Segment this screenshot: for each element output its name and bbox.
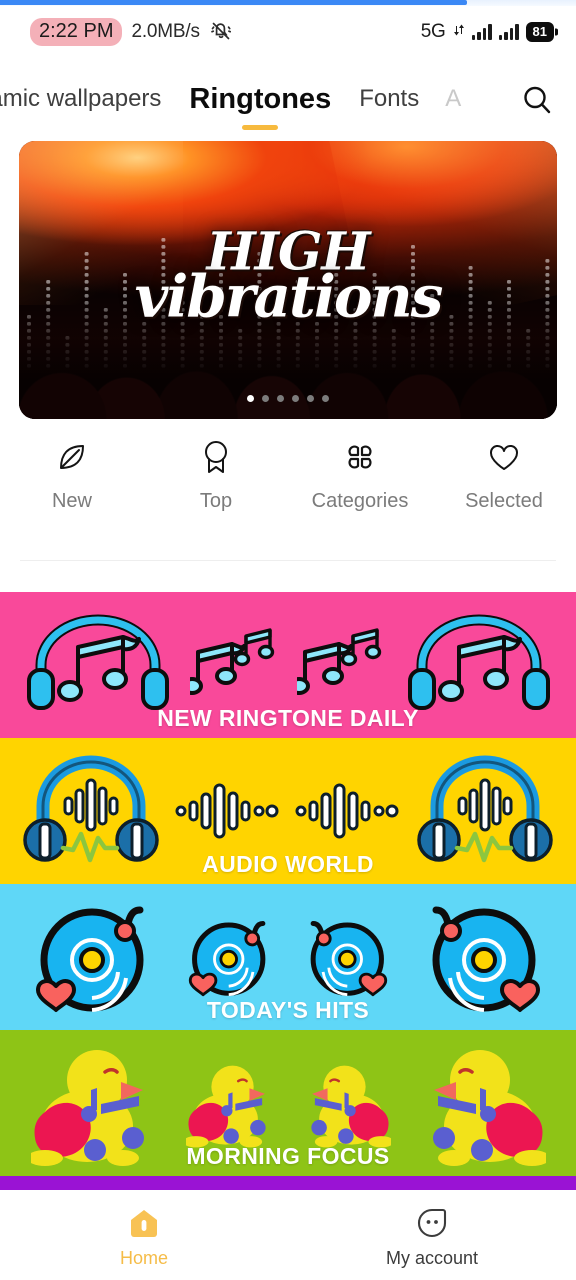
carousel-dot[interactable] bbox=[277, 395, 284, 402]
waveform-icon bbox=[295, 783, 399, 839]
carousel-dot[interactable] bbox=[262, 395, 269, 402]
download-progress-fill bbox=[0, 0, 467, 5]
carousel-dot[interactable] bbox=[307, 395, 314, 402]
tab-apps[interactable]: A bbox=[445, 85, 461, 115]
vinyl-heart-icon bbox=[188, 921, 266, 997]
heart-icon bbox=[484, 437, 524, 477]
category-label: AUDIO WORLD bbox=[202, 851, 374, 877]
signal-bars-sim1-icon bbox=[471, 24, 492, 40]
carousel-dot[interactable] bbox=[292, 395, 299, 402]
featured-banner-carousel[interactable]: HIGH vibrations bbox=[19, 141, 557, 419]
bottom-navigation-bar: Home My account bbox=[0, 1196, 576, 1280]
category-banner-todays-hits[interactable]: TODAY'S HITS bbox=[0, 884, 576, 1030]
nav-item-my-account[interactable]: My account bbox=[288, 1196, 576, 1280]
category-banner-morning-focus[interactable]: MORNING FOCUS bbox=[0, 1030, 576, 1176]
category-tab-bar[interactable]: namic wallpapers Ringtones Fonts A bbox=[0, 62, 576, 138]
leaf-icon bbox=[52, 437, 92, 477]
nav-item-home-label: Home bbox=[119, 1248, 168, 1268]
quick-action-categories-label: Categories bbox=[311, 490, 409, 512]
category-banner-audio-world[interactable]: AUDIO WORLD bbox=[0, 738, 576, 884]
status-bar-right: 5G 81 bbox=[421, 21, 554, 43]
music-notes-small-icon bbox=[296, 628, 381, 695]
nav-item-my-account-label: My account bbox=[385, 1248, 479, 1268]
section-divider bbox=[20, 560, 556, 561]
category-label: NEW RINGTONE DAILY bbox=[157, 705, 419, 731]
status-time: 2:22 PM bbox=[30, 18, 123, 46]
status-bar: 2:22 PM 2.0MB/s 5G 81 bbox=[0, 6, 576, 58]
quick-action-row: New Top Categories Selected bbox=[0, 437, 576, 513]
tab-fonts-label: Fonts bbox=[359, 85, 420, 112]
signal-bars-sim2-icon bbox=[498, 24, 519, 40]
tab-dynamic-wallpapers[interactable]: namic wallpapers bbox=[0, 85, 161, 115]
headphone-notes-icon bbox=[26, 614, 169, 710]
tab-apps-label: A bbox=[445, 85, 462, 112]
account-face-icon bbox=[415, 1207, 449, 1241]
category-banner-new-ringtone-daily[interactable]: NEW RINGTONE DAILY bbox=[0, 592, 576, 738]
category-label: MORNING FOCUS bbox=[186, 1143, 390, 1169]
bird-note-icon bbox=[310, 1065, 391, 1148]
carousel-dot[interactable] bbox=[322, 395, 329, 402]
battery-indicator: 81 bbox=[525, 22, 554, 42]
category-banner-list[interactable]: NEW RINGTONE DAILY AUDIO WORLD TODAY'S H… bbox=[0, 592, 576, 1196]
quick-action-top[interactable]: Top bbox=[144, 437, 288, 513]
carousel-pagination-dots[interactable] bbox=[247, 395, 329, 402]
status-bar-left: 2:22 PM 2.0MB/s bbox=[30, 18, 233, 47]
network-type-label: 5G bbox=[420, 21, 446, 42]
nav-item-home[interactable]: Home bbox=[0, 1196, 288, 1280]
quick-action-top-label: Top bbox=[199, 490, 233, 512]
category-banner-next-peek[interactable] bbox=[0, 1176, 576, 1190]
quick-action-selected-label: Selected bbox=[465, 490, 543, 512]
status-network-speed: 2.0MB/s bbox=[131, 21, 200, 42]
tab-active-underline bbox=[242, 124, 279, 130]
vinyl-heart-icon bbox=[310, 921, 388, 997]
quick-action-categories[interactable]: Categories bbox=[288, 437, 432, 513]
quick-action-new[interactable]: New bbox=[0, 437, 144, 513]
music-notes-small-icon bbox=[189, 628, 274, 695]
tab-ringtones-label: Ringtones bbox=[189, 82, 332, 115]
quick-action-selected[interactable]: Selected bbox=[432, 437, 576, 513]
quick-action-new-label: New bbox=[51, 490, 92, 512]
bird-note-icon bbox=[185, 1065, 266, 1148]
search-icon[interactable] bbox=[520, 83, 554, 117]
waveform-icon bbox=[175, 783, 279, 839]
carousel-dot[interactable] bbox=[247, 395, 254, 402]
tab-fonts[interactable]: Fonts bbox=[359, 85, 419, 115]
data-transfer-icon bbox=[453, 23, 465, 42]
tab-ringtones[interactable]: Ringtones bbox=[189, 82, 332, 130]
award-ribbon-icon bbox=[196, 437, 236, 477]
grid-petals-icon bbox=[340, 437, 380, 477]
tab-dynamic-wallpapers-label: namic wallpapers bbox=[0, 85, 162, 112]
home-icon bbox=[127, 1207, 161, 1241]
bell-muted-icon bbox=[209, 18, 233, 47]
headphone-notes-icon bbox=[407, 614, 550, 710]
category-label: TODAY'S HITS bbox=[206, 997, 370, 1023]
